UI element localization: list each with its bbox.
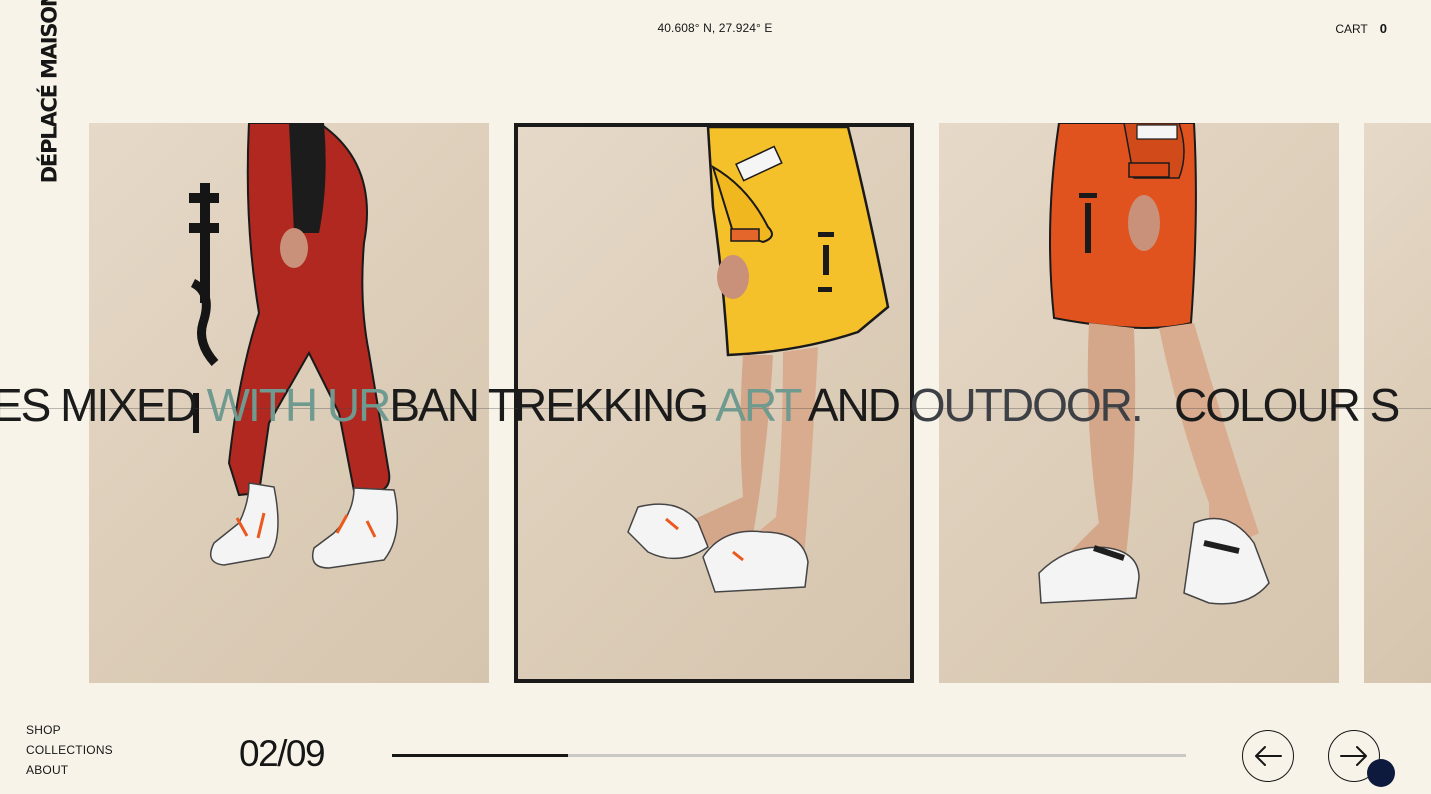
arrow-right-icon <box>1340 746 1367 766</box>
product-image-yellow-dress <box>627 127 890 593</box>
custom-cursor <box>1367 759 1395 787</box>
cart-link[interactable]: CART 0 <box>1335 21 1387 36</box>
product-card-4-peek[interactable] <box>1364 123 1431 683</box>
slide-progress-fill <box>392 754 569 757</box>
brand-logo-text: DÉPLACÉ MAISON <box>37 0 61 184</box>
nav-collections[interactable]: COLLECTIONS <box>26 743 113 757</box>
slide-progress-track[interactable] <box>392 754 1186 757</box>
product-card-2-active[interactable] <box>514 123 914 683</box>
marquee-divider <box>0 408 1431 409</box>
slide-counter: 02/09 <box>239 733 326 774</box>
product-image-orange-dress <box>1038 123 1270 605</box>
product-card-1[interactable] <box>89 123 489 683</box>
arrow-left-icon <box>1255 746 1282 766</box>
footer-nav: SHOP COLLECTIONS ABOUT <box>26 723 113 777</box>
prev-slide-button[interactable] <box>1242 730 1294 782</box>
location-coordinates: 40.608° N, 27.924° E <box>657 21 773 35</box>
product-image-red-leggings <box>189 123 399 569</box>
nav-shop[interactable]: SHOP <box>26 723 113 737</box>
cart-label: CART <box>1335 22 1368 36</box>
brand-logo[interactable]: DÉPLACÉ MAISON <box>29 0 69 183</box>
cart-count: 0 <box>1379 21 1387 36</box>
product-card-3[interactable] <box>939 123 1339 683</box>
nav-about[interactable]: ABOUT <box>26 763 113 777</box>
